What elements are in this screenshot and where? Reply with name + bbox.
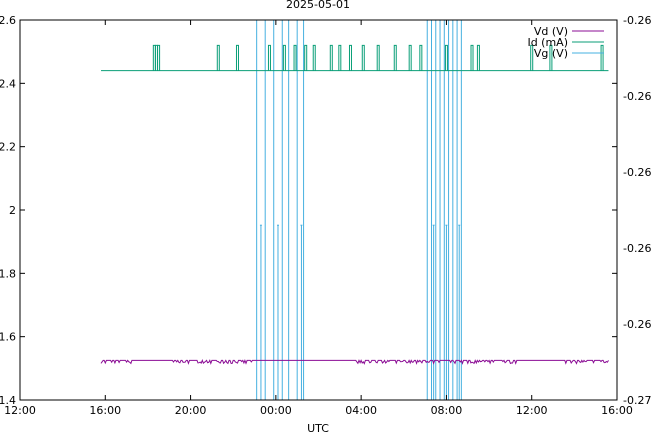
x-axis-title: UTC — [307, 422, 329, 432]
id-spike — [338, 44, 342, 71]
id-spike — [419, 44, 423, 71]
id-spike — [408, 44, 412, 71]
y-tick-label: 1.8 — [0, 267, 16, 280]
y-tick-label: 1.6 — [0, 331, 16, 344]
id-spike — [444, 44, 448, 71]
id-spike — [376, 44, 380, 71]
x-tick-label: 04:00 — [345, 404, 377, 417]
id-spike — [312, 44, 316, 71]
axes: 1.41.61.822.22.42.6-0.27-0.268-0.266-0.2… — [0, 14, 651, 417]
id-spike — [157, 44, 161, 71]
id-spike — [329, 44, 333, 71]
x-tick-label: 16:00 — [601, 404, 633, 417]
id-spike — [216, 44, 220, 71]
id-spike — [530, 44, 534, 71]
y-tick-label: 2 — [9, 204, 16, 217]
y2-tick-label: -0.26 — [623, 14, 651, 27]
id-spike — [476, 44, 480, 71]
id-spike — [293, 44, 297, 71]
x-tick-label: 08:00 — [431, 404, 463, 417]
legend-label: Vg (V) — [534, 47, 568, 60]
id-spike — [361, 44, 365, 71]
y-tick-label: 2.2 — [0, 141, 16, 154]
id-spike — [235, 44, 239, 71]
x-tick-label: 16:00 — [89, 404, 121, 417]
plot-frame — [19, 19, 618, 401]
id-spike — [348, 44, 352, 71]
plot-area — [100, 20, 609, 400]
id-spike — [470, 44, 474, 71]
x-tick-label: 12:00 — [516, 404, 548, 417]
chart: 2025-05-01 UTC 1.41.61.822.22.42.6-0.27-… — [0, 0, 651, 432]
x-tick-label: 00:00 — [260, 404, 292, 417]
id-spike — [267, 44, 271, 71]
y-tick-label: 2.6 — [0, 14, 16, 27]
id-spike — [304, 44, 308, 71]
id-spike — [600, 44, 604, 71]
chart-title: 2025-05-01 — [286, 0, 350, 11]
y-tick-label: 2.4 — [0, 77, 16, 90]
y2-tick-label: -0.268 — [623, 318, 651, 331]
id-spike — [393, 44, 397, 71]
y2-tick-label: -0.262 — [623, 90, 651, 103]
id-spike — [282, 44, 286, 71]
x-tick-label: 20:00 — [175, 404, 207, 417]
y2-tick-label: -0.264 — [623, 166, 651, 179]
y2-tick-label: -0.266 — [623, 242, 651, 255]
x-tick-label: 12:00 — [4, 404, 36, 417]
legend: Vd (V)Id (mA)Vg (V) — [527, 25, 604, 60]
vd-line — [100, 359, 609, 365]
